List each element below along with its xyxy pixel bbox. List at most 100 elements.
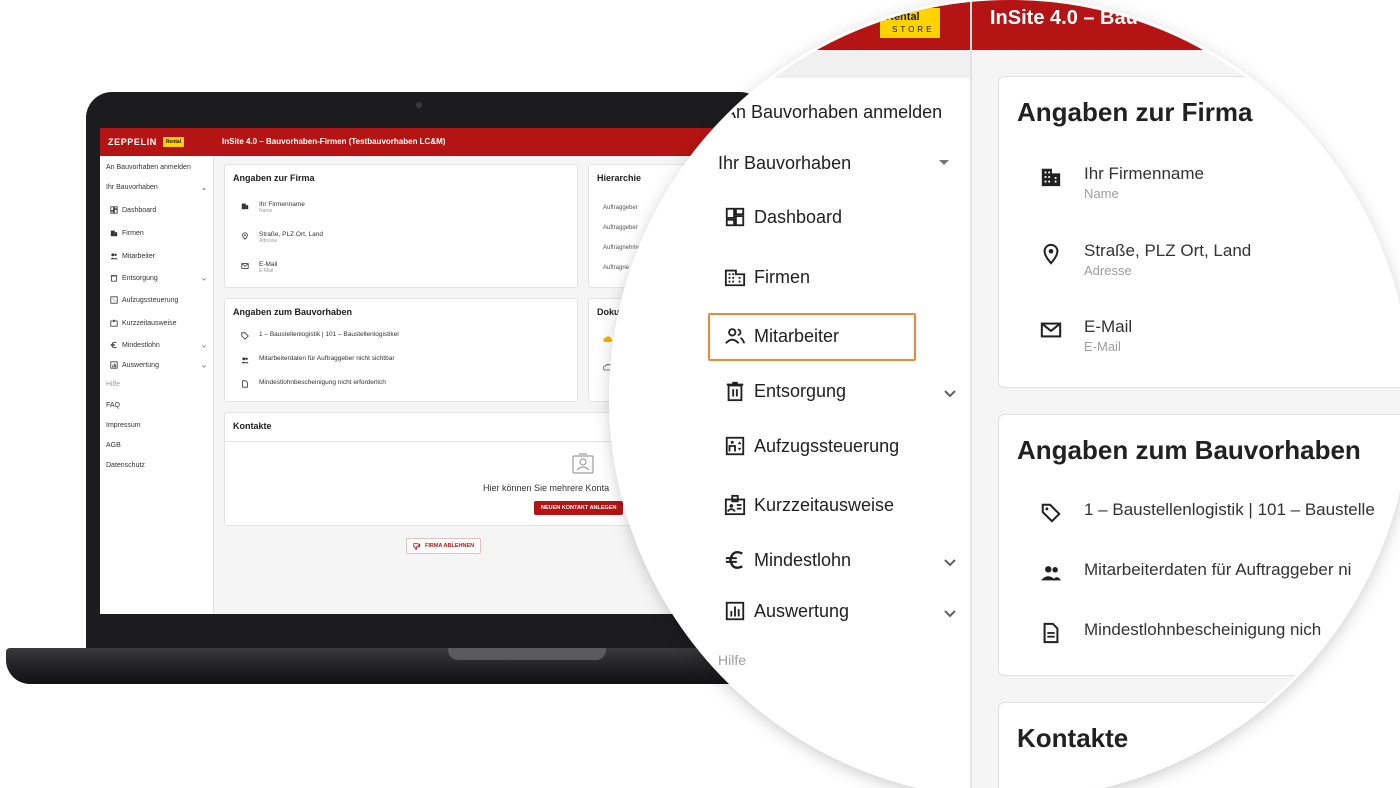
zoom-sidebar-project[interactable]: Ihr Bauvorhaben (718, 153, 851, 174)
zoom-sidebar-strip (612, 50, 970, 78)
zoom-firma-address-row: Straße, PLZ Ort, Land Adresse (1040, 241, 1251, 278)
add-contact-button[interactable]: NEUEN KONTAKT ANLEGEN (534, 501, 624, 515)
camera (416, 102, 422, 108)
bauvorhaben-row-text: Mindestlohnbescheinigung nicht erforderl… (259, 379, 386, 386)
card-firma: Angaben zur Firma Ihr Firmenname Name Str… (224, 164, 578, 288)
zoom-sidebar-item-mitarbeiter[interactable]: Mitarbeiter (724, 325, 839, 347)
sidebar-item-label: Kurzzeitausweise (122, 319, 177, 327)
zoom-brand-store-text: STORE (892, 25, 935, 34)
sidebar-item-label: Auswertung (122, 361, 159, 369)
chevron-down-icon[interactable] (201, 276, 207, 282)
building-icon (241, 203, 249, 210)
bauvorhaben-row: Mindestlohnbescheinigung nicht erforderl… (241, 379, 386, 388)
sidebar-item-aufzugssteuerung[interactable]: Aufzugssteuerung (110, 296, 178, 304)
zoom-magnifier: Rental STORE InSite 4.0 – Bau An Bauvorh… (612, 0, 1400, 788)
sidebar-item-dashboard[interactable]: Dashboard (110, 206, 156, 214)
sidebar-item-label: Entsorgung (122, 274, 158, 282)
card-kontakte-title: Kontakte (233, 421, 272, 431)
page-title: InSite 4.0 – Bauvorhaben-Firmen (Testbau… (222, 137, 446, 146)
sidebar-item-label: Dashboard (122, 206, 157, 214)
zoom-sidebar-item-firmen[interactable]: Firmen (724, 266, 810, 288)
location-pin-icon (1043, 243, 1059, 265)
sidebar-item-kurzzeitausweise[interactable]: Kurzzeitausweise (110, 319, 176, 327)
reject-firm-label: FIRMA ABLEHNEN (425, 543, 475, 549)
zoom-bauvorhaben-row-text: Mitarbeiterdaten für Auftraggeber ni (1084, 560, 1352, 579)
firma-name: Ihr Firmenname (259, 201, 305, 208)
brand-rental: Rental (162, 137, 185, 147)
project-dropdown-icon[interactable] (936, 156, 952, 168)
sidebar-item-mindestlohn[interactable]: Mindestlohn (110, 341, 160, 349)
firma-email: E-Mail (259, 261, 278, 268)
chevron-down-icon[interactable] (201, 363, 207, 369)
sidebar-item-firmen[interactable]: Firmen (110, 229, 144, 237)
sidebar-item-label: Firmen (122, 229, 144, 237)
zoom-firma-name: Ihr Firmenname (1084, 164, 1204, 183)
zoom-sidebar-item-auswertung[interactable]: Auswertung (724, 600, 849, 622)
sidebar-link-agb[interactable]: AGB (106, 442, 121, 449)
sidebar-register[interactable]: An Bauvorhaben anmelden (106, 164, 191, 171)
zoom-card-bauvorhaben-title: Angaben zum Bauvorhaben (1017, 435, 1361, 465)
sidebar-link-impressum[interactable]: Impressum (106, 422, 141, 429)
sidebar-link-datenschutz[interactable]: Datenschutz (106, 462, 145, 469)
zoom-card-firma-title: Angaben zur Firma (1017, 97, 1253, 127)
brand-zeppelin: ZEPPELIN (108, 137, 157, 147)
firma-address: Straße, PLZ Ort, Land (259, 231, 323, 238)
zoom-firma-name-row: Ihr Firmenname Name (1040, 164, 1204, 201)
zoom-sidebar-item-label: Auswertung (754, 600, 850, 621)
zoom-page-title: InSite 4.0 – Bau (990, 7, 1138, 29)
tag-icon (1041, 503, 1061, 523)
chevron-down-icon[interactable] (942, 606, 958, 622)
laptop-notch (448, 648, 606, 660)
euro-icon (725, 551, 743, 569)
chevron-down-icon[interactable] (942, 555, 958, 571)
sidebar-project[interactable]: Ihr Bauvorhaben (106, 184, 158, 191)
zoom-card-kontakte: Kontakte (998, 702, 1400, 788)
zoom-bauvorhaben-row: 1 – Baustellenlogistik | 101 – Baustelle (1040, 500, 1375, 524)
zoom-bauvorhaben-row-text: Mindestlohnbescheinigung nich (1084, 620, 1322, 639)
zoom-content: Rental STORE InSite 4.0 – Bau An Bauvorh… (612, 0, 1400, 788)
sidebar-item-label: Mindestlohn (122, 341, 160, 349)
elevator-icon (725, 436, 745, 456)
zoom-firma-name-label: Name (1084, 186, 1119, 201)
zoom-sidebar-item-entsorgung[interactable]: Entsorgung (724, 380, 846, 402)
zoom-firma-address: Straße, PLZ Ort, Land (1084, 241, 1252, 260)
people-icon (1040, 566, 1062, 581)
zoom-sidebar-register[interactable]: An Bauvorhaben anmelden (724, 102, 942, 123)
zoom-brand-rental: Rental STORE (880, 8, 940, 38)
zoom-firma-email-label: E-Mail (1084, 339, 1121, 354)
zoom-sidebar-item-dashboard[interactable]: Dashboard (724, 206, 842, 228)
building-icon (110, 230, 118, 237)
sidebar-item-auswertung[interactable]: Auswertung (110, 361, 159, 369)
badge-icon (110, 319, 118, 327)
zoom-sidebar-item-label: Mitarbeiter (754, 325, 840, 346)
zoom-bauvorhaben-row-text: 1 – Baustellenlogistik | 101 – Baustelle (1084, 500, 1375, 519)
link-label: AGB (106, 442, 121, 449)
zoom-divider (970, 0, 972, 788)
zoom-sidebar-item-aufzugssteuerung[interactable]: Aufzugssteuerung (724, 435, 899, 457)
reject-firm-button[interactable]: FIRMA ABLEHNEN (406, 538, 482, 554)
firma-name-row: Ihr Firmenname Name (241, 201, 305, 214)
chevron-down-icon[interactable] (201, 343, 207, 349)
zoom-bauvorhaben-row: Mindestlohnbescheinigung nich (1040, 620, 1321, 644)
chevron-down-icon[interactable] (942, 386, 958, 402)
sidebar-item-entsorgung[interactable]: Entsorgung (110, 274, 158, 282)
sidebar-item-mitarbeiter[interactable]: Mitarbeiter (110, 252, 155, 260)
firma-address-row: Straße, PLZ Ort, Land Adresse (241, 231, 323, 244)
project-dropdown-icon[interactable] (201, 186, 207, 192)
elevator-icon (110, 296, 118, 304)
zoom-card-kontakte-title: Kontakte (1017, 723, 1129, 753)
building-icon (1041, 168, 1061, 187)
location-pin-icon (242, 232, 248, 240)
sidebar-link-faq[interactable]: FAQ (106, 402, 120, 409)
sidebar-project-label: Ihr Bauvorhaben (106, 184, 158, 191)
zoom-sidebar-item-mindestlohn[interactable]: Mindestlohn (724, 549, 851, 571)
people-icon (241, 357, 249, 364)
building-icon (724, 269, 746, 287)
euro-icon (110, 341, 117, 349)
mail-icon (1040, 322, 1062, 338)
card-bauvorhaben-title: Angaben zum Bauvorhaben (233, 307, 353, 317)
zoom-bauvorhaben-row: Mitarbeiterdaten für Auftraggeber ni (1040, 560, 1351, 584)
zoom-sidebar-item-label: Kurzzeitausweise (754, 494, 895, 515)
brand-logo[interactable]: ZEPPELIN Rental (100, 128, 214, 156)
zoom-sidebar-item-kurzzeitausweise[interactable]: Kurzzeitausweise (724, 494, 894, 516)
